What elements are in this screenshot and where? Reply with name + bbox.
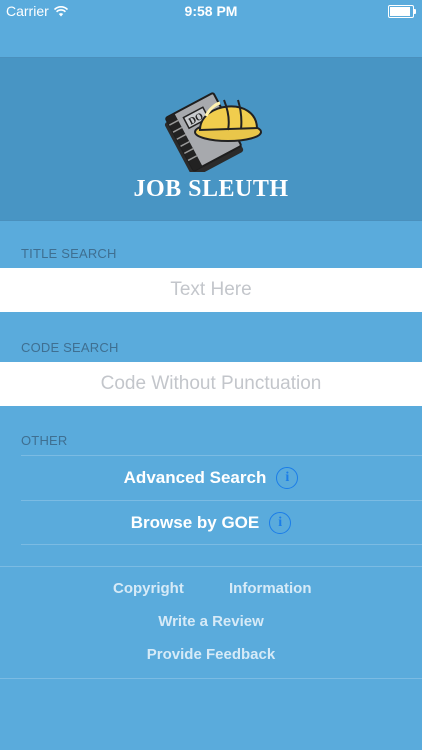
write-review-link[interactable]: Write a Review: [0, 613, 422, 630]
other-label: OTHER: [21, 433, 68, 448]
info-icon[interactable]: i: [276, 467, 299, 489]
job-book-hardhat-logo: DO: [164, 92, 262, 172]
advanced-search-button[interactable]: Advanced Search i: [0, 456, 422, 500]
clock: 9:58 PM: [184, 3, 238, 19]
status-bar: Carrier 9:58 PM: [0, 0, 422, 22]
footer-divider-bottom: [0, 678, 422, 679]
code-search-input[interactable]: [0, 362, 422, 406]
app-title: JOB SLEUTH: [133, 176, 289, 202]
provide-feedback-link[interactable]: Provide Feedback: [0, 646, 422, 663]
browse-by-goe-button[interactable]: Browse by GOE i: [0, 501, 422, 545]
advanced-search-label: Advanced Search: [123, 468, 267, 487]
app-header: DO JOB SLEUTH: [0, 57, 422, 221]
divider: [21, 544, 422, 545]
browse-by-goe-label: Browse by GOE: [130, 513, 260, 532]
title-search-label: TITLE SEARCH: [21, 246, 117, 261]
code-search-label: CODE SEARCH: [21, 340, 119, 355]
information-link[interactable]: Information: [229, 580, 312, 597]
battery-icon: [388, 5, 416, 18]
title-search-input[interactable]: [0, 268, 422, 312]
footer-divider-top: [0, 566, 422, 567]
copyright-link[interactable]: Copyright: [113, 580, 184, 597]
info-icon[interactable]: i: [269, 512, 292, 534]
